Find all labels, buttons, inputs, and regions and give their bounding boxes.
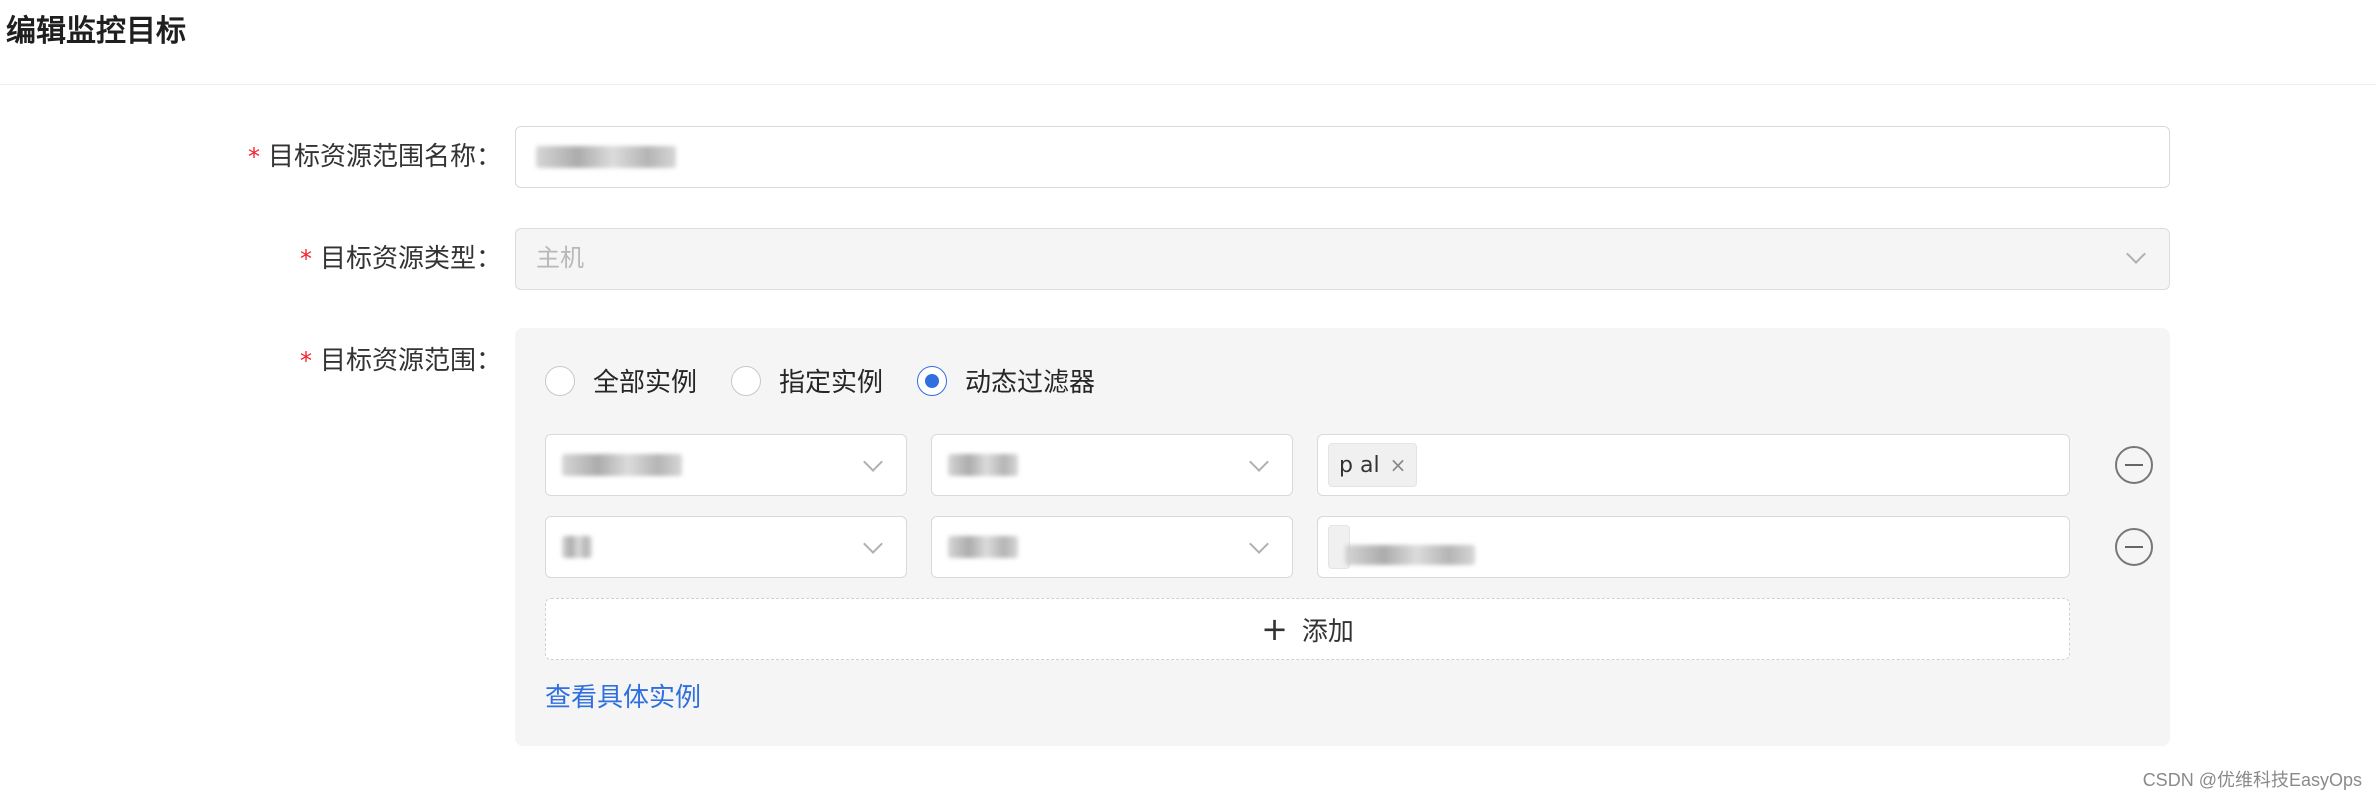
type-select[interactable]: 主机 — [515, 228, 2170, 290]
chevron-down-icon — [2126, 244, 2146, 264]
value-tag-text: p al — [1339, 452, 1380, 478]
condition-operator-select[interactable] — [931, 434, 1293, 496]
name-input[interactable] — [515, 126, 2170, 188]
radio-label: 动态过滤器 — [965, 368, 1096, 398]
redacted-text — [562, 536, 592, 558]
radio-circle[interactable] — [917, 365, 948, 396]
close-icon[interactable]: × — [1390, 453, 1407, 477]
chevron-down-icon — [1249, 534, 1269, 554]
scope-radio-group: 全部实例 指定实例 动态过滤器 — [545, 362, 1129, 399]
radio-dynamic-filter[interactable]: 动态过滤器 — [917, 362, 1095, 399]
type-field-label-text: 目标资源类型： — [319, 244, 502, 274]
title-divider — [0, 84, 2376, 85]
radio-specified-instances[interactable]: 指定实例 — [731, 362, 883, 399]
scope-field-label: * 目标资源范围： — [300, 341, 502, 381]
name-field-label-text: 目标资源范围名称： — [267, 142, 502, 172]
add-condition-label: 添加 — [1301, 616, 1354, 647]
scope-field-label-text: 目标资源范围： — [319, 346, 502, 376]
required-mark: * — [247, 143, 260, 171]
value-tag: p al × — [1328, 443, 1418, 487]
plus-icon: + — [1261, 610, 1288, 648]
watermark: CSDN @优维科技EasyOps — [2142, 770, 2362, 790]
minus-circle-icon[interactable] — [2115, 528, 2153, 566]
condition-row — [545, 516, 2153, 578]
condition-value-input[interactable]: p al × — [1317, 434, 2070, 496]
name-field-label: * 目标资源范围名称： — [248, 137, 502, 177]
page-title: 编辑监控目标 — [6, 14, 186, 49]
value-tag — [1328, 525, 1475, 569]
radio-circle[interactable] — [731, 365, 762, 396]
view-instances-link[interactable]: 查看具体实例 — [545, 678, 701, 718]
redacted-text — [1345, 545, 1475, 565]
radio-label: 全部实例 — [593, 368, 698, 398]
condition-field-select[interactable] — [545, 434, 907, 496]
redacted-text — [536, 146, 676, 168]
redacted-text — [562, 454, 682, 476]
type-field-label: * 目标资源类型： — [300, 239, 502, 279]
add-condition-button[interactable]: + 添加 — [545, 598, 2070, 660]
condition-row: p al × — [545, 434, 2153, 496]
condition-operator-select[interactable] — [931, 516, 1293, 578]
required-mark: * — [299, 347, 312, 375]
radio-label: 指定实例 — [779, 368, 884, 398]
chevron-down-icon — [863, 534, 883, 554]
required-mark: * — [299, 245, 312, 273]
radio-all-instances[interactable]: 全部实例 — [545, 362, 697, 399]
radio-circle[interactable] — [545, 365, 575, 396]
type-select-value: 主机 — [536, 244, 584, 272]
redacted-text — [948, 536, 1018, 558]
chevron-down-icon — [863, 452, 883, 472]
condition-value-input[interactable] — [1317, 516, 2070, 578]
chevron-down-icon — [1249, 452, 1269, 472]
minus-circle-icon[interactable] — [2115, 446, 2153, 484]
condition-field-select[interactable] — [545, 516, 907, 578]
scope-panel: 全部实例 指定实例 动态过滤器 p al × + 添加 查看具体实例 — [515, 328, 2170, 746]
redacted-text — [948, 454, 1018, 476]
